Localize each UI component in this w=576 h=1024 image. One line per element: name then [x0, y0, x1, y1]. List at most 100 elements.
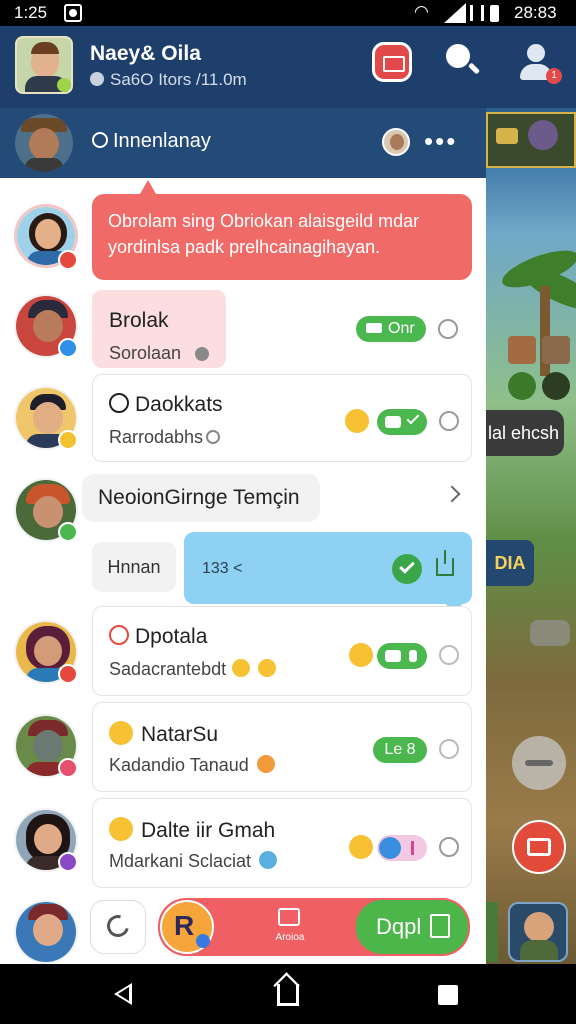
- chat-card-6[interactable]: Dalte iir Gmah Mdarkani Sclaciat: [92, 798, 472, 888]
- game-side-button[interactable]: DIA: [486, 540, 534, 586]
- select-circle[interactable]: [439, 739, 459, 759]
- chat-subtitle: Kadandio Tanaud: [109, 755, 275, 776]
- mail-icon: [278, 908, 300, 926]
- status-badge: [58, 852, 78, 872]
- reply-left[interactable]: Hnnan: [92, 542, 176, 592]
- chat-title: Dpotala: [109, 625, 207, 649]
- toggle-pill[interactable]: [377, 409, 427, 435]
- bottom-action-bar: R Aroioa Dqpl: [90, 898, 470, 956]
- status-pill: Onr: [356, 316, 426, 342]
- chat-card-5[interactable]: NatarSu Kadandio Tanaud Le 8: [92, 702, 472, 792]
- toggle-pill[interactable]: [377, 835, 427, 861]
- group-name: Innenlanay: [92, 130, 211, 153]
- game-character-avatar[interactable]: [508, 902, 568, 962]
- chat-title: Brolak: [109, 309, 169, 332]
- status-badge: [58, 758, 78, 778]
- tv-button[interactable]: [372, 42, 412, 82]
- smile-emoji-icon: [109, 721, 133, 745]
- chevron-right-icon[interactable]: [443, 485, 461, 503]
- emoji-icon: [258, 659, 277, 677]
- chat-title: NatarSu: [109, 721, 218, 747]
- chat-subtitle: Rarrodabhs: [109, 427, 221, 448]
- document-icon: [430, 914, 450, 938]
- emoji-icon: [345, 409, 369, 433]
- check-emoji-icon: [109, 817, 133, 841]
- clock-icon: [206, 430, 221, 444]
- chat-panel: Obrolam sing Obriokan alaisgeild mdar yo…: [0, 178, 486, 964]
- rock: [530, 620, 570, 646]
- chat-subtitle: Sorolaan: [109, 343, 182, 363]
- laugh-emoji-icon: [232, 659, 251, 677]
- select-circle[interactable]: [439, 411, 459, 431]
- group-row[interactable]: Innenlanay •••: [0, 108, 486, 178]
- avatar-chat-7[interactable]: [14, 900, 78, 964]
- status-time: 1:25: [14, 3, 48, 22]
- recent-apps-icon[interactable]: [438, 985, 458, 1005]
- alarm-icon: [109, 625, 129, 645]
- app-header: Naey& Oila Sa6O Itors /11.0m 1: [0, 26, 576, 108]
- chat-card-1[interactable]: Brolak Sorolaan: [92, 290, 226, 368]
- notification-badge: 1: [546, 68, 562, 84]
- chat-subtitle: Mdarkani Sclaciat: [109, 851, 278, 872]
- member-avatar[interactable]: [382, 128, 410, 156]
- emoji-icon: [256, 755, 275, 773]
- game-edge: [486, 902, 498, 962]
- read-receipt-icon: [195, 347, 209, 361]
- back-icon[interactable]: [114, 983, 132, 1005]
- game-side-label[interactable]: lal ehcsh: [486, 410, 564, 456]
- navigation-bar: [0, 964, 576, 1024]
- wifi-icon: ◠: [414, 2, 429, 21]
- verified-badge: [58, 338, 78, 358]
- home-icon[interactable]: [277, 984, 299, 1006]
- alarm-icon: [109, 393, 129, 413]
- chat-title: NeoionGirnge Temçin: [98, 486, 300, 509]
- group-avatar[interactable]: [15, 114, 73, 172]
- search-button[interactable]: [444, 42, 484, 82]
- ticket-icon: [366, 323, 382, 333]
- status-badge: [58, 522, 78, 542]
- status-clock: 28:83: [514, 3, 557, 22]
- shop-fab[interactable]: [512, 820, 566, 874]
- select-circle[interactable]: [439, 645, 459, 665]
- signal-icon: [444, 3, 466, 23]
- more-options-icon[interactable]: •••: [424, 126, 457, 157]
- status-bar: 1:25 ◠ 28:83: [0, 0, 576, 26]
- chat-title: Daokkats: [109, 393, 223, 417]
- user-name: Naey& Oila: [90, 42, 201, 65]
- status-badge: [58, 664, 78, 684]
- select-circle[interactable]: [439, 837, 459, 857]
- chat-card-2[interactable]: Daokkats Rarrodabhs: [92, 374, 472, 462]
- reply-blue[interactable]: 133 <: [184, 532, 472, 616]
- status-badge: [58, 250, 78, 270]
- user-avatar[interactable]: [15, 36, 73, 94]
- chat-card-3[interactable]: NeoionGirnge Temçin: [82, 474, 320, 522]
- chat-card-4[interactable]: Dpotala Sadacrantebdt: [92, 606, 472, 696]
- chat-subtitle: Sadacrantebdt: [109, 659, 277, 680]
- primary-button[interactable]: Dqpl: [356, 900, 468, 954]
- game-inventory[interactable]: [502, 336, 576, 406]
- user-subtitle: Sa6O Itors /11.0m: [90, 70, 247, 90]
- status-pill: Le 8: [373, 737, 427, 763]
- r-logo-button[interactable]: R: [160, 900, 214, 954]
- link-icon: [102, 910, 134, 942]
- emoji-icon: [349, 835, 373, 859]
- status-badge: [58, 430, 78, 450]
- pinned-message[interactable]: Obrolam sing Obriokan alaisgeild mdar yo…: [92, 180, 472, 280]
- action-pill: R Aroioa Dqpl: [158, 898, 470, 956]
- chat-title: Dalte iir Gmah: [109, 817, 275, 843]
- check-icon[interactable]: [392, 554, 422, 584]
- share-icon[interactable]: [436, 550, 454, 576]
- compose-button[interactable]: Aroioa: [270, 906, 310, 946]
- more-fab[interactable]: [512, 736, 566, 790]
- battery-icon: [490, 5, 499, 22]
- notification-icon: [64, 4, 82, 22]
- game-quest-card[interactable]: [486, 112, 576, 168]
- emoji-icon: [259, 851, 278, 869]
- globe-icon: [90, 72, 104, 86]
- emoji-icon: [349, 643, 373, 667]
- select-circle[interactable]: [438, 319, 458, 339]
- link-button[interactable]: [90, 900, 146, 954]
- chat-icon: [92, 132, 108, 148]
- signal-bars-icon: [470, 5, 484, 21]
- toggle-pill[interactable]: [377, 643, 427, 669]
